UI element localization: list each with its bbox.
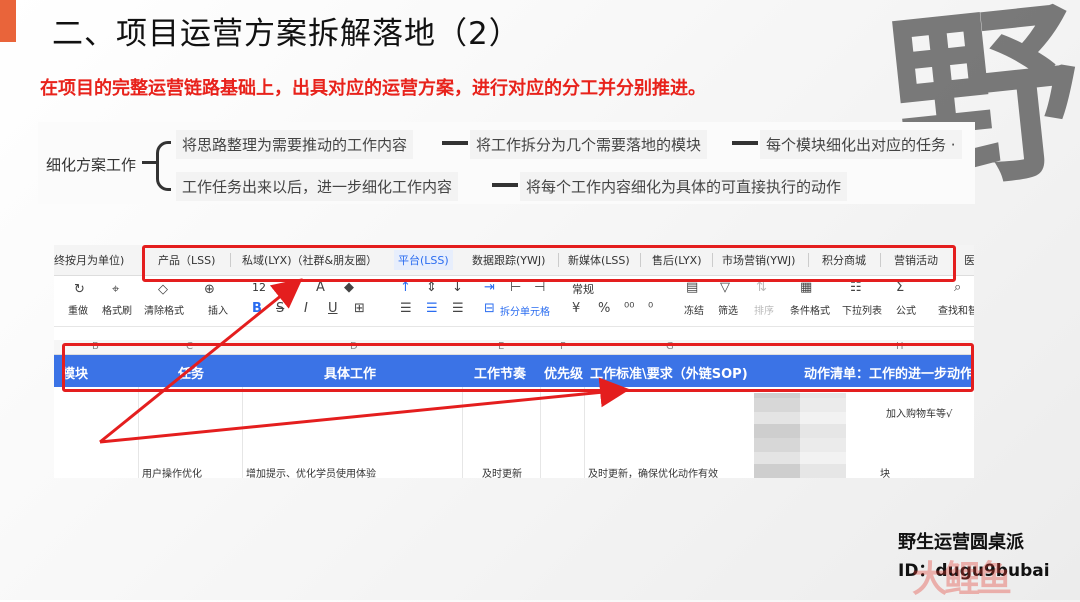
arrow-to-headers [99,377,630,444]
annotation-arrows [99,278,630,444]
brand-name: 野生运营圆桌派 [898,532,1024,553]
brand-id: ID：dugu9bubai [898,561,1050,581]
arrow-to-tabs [99,278,303,444]
